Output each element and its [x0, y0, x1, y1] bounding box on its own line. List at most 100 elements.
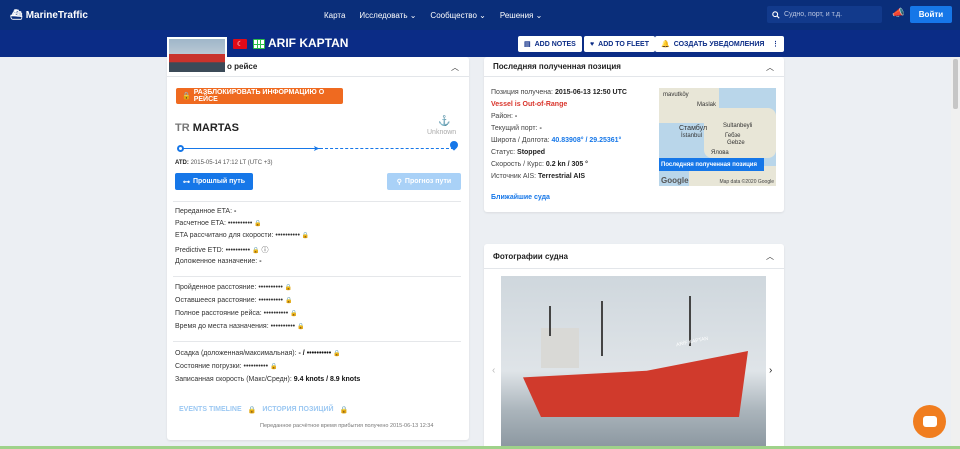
- current-port-value: -: [539, 125, 542, 132]
- chevron-up-icon[interactable]: ︿: [766, 62, 774, 73]
- atd-value: 2015-05-14 17:12 LT (UTC +3): [190, 160, 273, 166]
- search-input[interactable]: [784, 11, 879, 18]
- coordinates-value[interactable]: 40.83908° / 29.25361°: [552, 137, 622, 144]
- search-box: [767, 6, 882, 23]
- predictive-etd-label: Predictive ETD:: [175, 247, 224, 254]
- vessel-photo[interactable]: ARİF KAPTAN: [501, 276, 766, 449]
- map-label: Ялова: [711, 150, 729, 156]
- map-label: İstanbul: [681, 133, 703, 139]
- add-to-fleet-button[interactable]: ♥ ADD TO FLEET: [584, 36, 655, 52]
- draught-row: Осадка (доложенная/максимальная): - / ••…: [175, 350, 341, 357]
- more-options-button[interactable]: ⋮: [767, 36, 784, 52]
- nav-item-explore[interactable]: Исследовать ⌄: [359, 11, 416, 20]
- add-notes-button[interactable]: ▤ ADD NOTES: [518, 36, 582, 52]
- scrollbar-thumb[interactable]: [953, 59, 958, 109]
- distance-travelled-label: Пройденное расстояние:: [175, 284, 257, 291]
- chat-bubble-icon: [922, 416, 937, 427]
- lock-icon[interactable]: 🔒: [285, 285, 292, 291]
- notes-icon: ▤: [524, 41, 531, 48]
- lock-icon[interactable]: 🔒: [254, 221, 261, 227]
- map-label: mavutköy: [663, 92, 689, 98]
- nearby-vessels-link[interactable]: Ближайшие суда: [491, 194, 550, 201]
- ship-logo-icon: ⛴: [10, 9, 23, 21]
- calculated-eta-row: Расчетное ETA: •••••••••• 🔒: [175, 220, 262, 227]
- reported-destination-value: -: [259, 258, 262, 265]
- vessel-thumbnail[interactable]: [167, 37, 227, 74]
- chevron-up-icon[interactable]: ︿: [766, 251, 774, 262]
- position-received-label: Позиция получена:: [491, 89, 553, 96]
- ais-source-row: Источник AIS: Terrestrial AIS: [491, 173, 585, 180]
- brand-logo[interactable]: ⛴ MarineTraffic: [10, 10, 88, 21]
- total-distance-row: Полное расстояние рейса: •••••••••• 🔒: [175, 310, 298, 317]
- nav-item-explore-label: Исследовать: [359, 10, 408, 20]
- unlock-voyage-button[interactable]: 🔒 РАЗБЛОКИРОВАТЬ ИНФОРМАЦИЮ О РЕЙСЕ: [176, 88, 343, 104]
- reported-eta-row: Переданное ETA: -: [175, 208, 236, 215]
- login-button[interactable]: Войти: [910, 6, 952, 23]
- reported-eta-label: Переданное ETA:: [175, 208, 233, 215]
- draught-value: - / ••••••••••: [298, 350, 332, 357]
- load-condition-label: Состояние погрузки:: [175, 363, 242, 370]
- time-to-destination-row: Время до места назначения: •••••••••• 🔒: [175, 323, 305, 330]
- lock-icon[interactable]: 🔒: [285, 298, 292, 304]
- nav-item-community[interactable]: Сообщество ⌄: [430, 11, 485, 20]
- chevron-right-icon[interactable]: ›: [769, 365, 772, 376]
- origin-port-name: MARTAS: [192, 122, 239, 134]
- lock-icon[interactable]: 🔒: [290, 311, 297, 317]
- map-label: Maslak: [697, 102, 717, 108]
- page-scrollbar[interactable]: [951, 57, 960, 449]
- voyage-links: EVENTS TIMELINE 🔒 ИСТОРИЯ ПОЗИЦИЙ 🔒: [179, 406, 348, 414]
- time-to-destination-value: ••••••••••: [270, 323, 296, 330]
- add-to-fleet-label: ADD TO FLEET: [598, 40, 649, 48]
- arrow-right-icon: ➤: [313, 144, 320, 153]
- lock-icon[interactable]: 🔒: [252, 248, 259, 254]
- lock-icon[interactable]: 🔒: [270, 364, 277, 370]
- anchor-icon: ⚓: [438, 116, 451, 127]
- coordinates-label: Широта / Долгота:: [491, 137, 550, 144]
- chevron-up-icon[interactable]: ︿: [451, 62, 459, 73]
- lock-icon[interactable]: 🔒: [297, 324, 304, 330]
- lock-icon[interactable]: 🔒: [333, 351, 340, 357]
- position-map[interactable]: mavutköy Maslak Стамбул İstanbul Sultanb…: [659, 88, 776, 186]
- recorded-speed-label: Записанная скорость (Макс/Средн):: [175, 376, 292, 383]
- info-icon[interactable]: ⓘ: [261, 247, 268, 254]
- route-forecast-icon: ⚲: [396, 178, 402, 186]
- map-credit: Map data ©2020 Google: [719, 179, 774, 185]
- origin-port[interactable]: TR MARTAS: [175, 122, 239, 134]
- recorded-speed-row: Записанная скорость (Макс/Средн): 9.4 kn…: [175, 376, 360, 383]
- nav-item-map[interactable]: Карта: [324, 11, 345, 20]
- hull-name-text: ARİF KAPTAN: [675, 335, 709, 349]
- divider: [173, 201, 461, 202]
- lock-icon: 🔒: [182, 93, 191, 100]
- forecast-track-button[interactable]: ⚲ Прогноз пути: [387, 173, 461, 190]
- map-overlay-label: Последняя полученная позиция: [659, 158, 764, 171]
- chevron-down-icon: ⌄: [479, 10, 486, 20]
- origin-country-code: TR: [175, 122, 190, 134]
- events-timeline-link[interactable]: EVENTS TIMELINE: [179, 406, 242, 414]
- vessel-type-icon: [253, 39, 265, 49]
- past-track-button[interactable]: ⊶ Прошлый путь: [175, 173, 253, 190]
- nav-item-solutions[interactable]: Решения ⌄: [500, 11, 542, 20]
- last-position-card-header: Последняя полученная позиция: [484, 57, 784, 77]
- chevron-left-icon[interactable]: ‹: [492, 365, 495, 376]
- position-received-value: 2015-06-13 12:50 UTC: [554, 89, 627, 96]
- predictive-etd-value: ••••••••••: [225, 247, 251, 254]
- create-notification-button[interactable]: 🔔 СОЗДАТЬ УВЕДОМЛЕНИЯ: [655, 36, 771, 52]
- distance-remaining-value: ••••••••••: [258, 297, 284, 304]
- atd-label: ATD:: [175, 160, 189, 166]
- ais-source-value: Terrestrial AIS: [538, 173, 586, 180]
- main-nav: Карта Исследовать ⌄ Сообщество ⌄ Решения…: [324, 0, 542, 30]
- status-value: Stopped: [517, 149, 546, 156]
- calculated-eta-label: Расчетное ETA:: [175, 220, 226, 227]
- destination-port: Unknown: [427, 129, 457, 136]
- reported-destination-label: Доложенное назначение:: [175, 258, 258, 265]
- chat-button[interactable]: [913, 405, 946, 438]
- area-label: Район:: [491, 113, 513, 120]
- distance-remaining-row: Оставшееся расстояние: •••••••••• 🔒: [175, 297, 292, 304]
- lock-icon[interactable]: 🔒: [302, 233, 309, 239]
- megaphone-icon[interactable]: 📣: [892, 8, 904, 19]
- lock-icon: 🔒: [339, 407, 349, 414]
- status-row: Статус: Stopped: [491, 149, 545, 156]
- create-notification-label: СОЗДАТЬ УВЕДОМЛЕНИЯ: [673, 40, 765, 48]
- add-notes-label: ADD NOTES: [534, 40, 576, 48]
- position-history-link[interactable]: ИСТОРИЯ ПОЗИЦИЙ: [262, 406, 333, 414]
